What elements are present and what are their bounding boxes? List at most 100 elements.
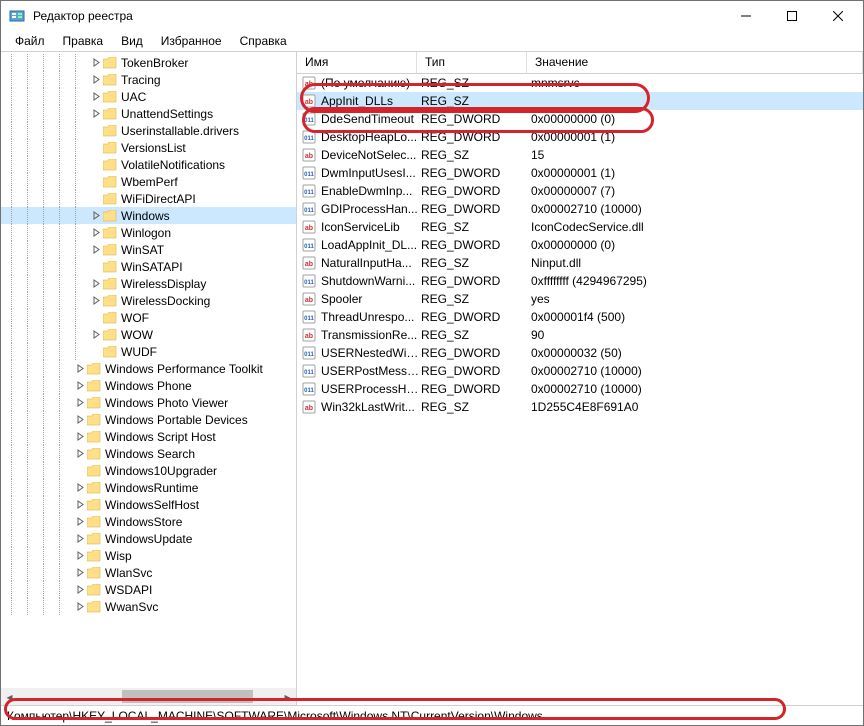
value-type: REG_DWORD xyxy=(421,364,531,378)
folder-icon xyxy=(103,278,117,290)
value-row[interactable]: abNaturalInputHa...REG_SZNinput.dll xyxy=(297,254,863,272)
svg-text:ab: ab xyxy=(305,261,313,268)
tree-item[interactable]: Windows Performance Toolkit xyxy=(1,360,296,377)
tree-item[interactable]: WindowsRuntime xyxy=(1,479,296,496)
tree-item[interactable]: WinSATAPI xyxy=(1,258,296,275)
expand-icon[interactable] xyxy=(75,500,85,510)
tree-pane[interactable]: TokenBrokerTracingUACUnattendSettingsUse… xyxy=(1,52,297,705)
value-row[interactable]: ab(По умолчанию)REG_SZmnmsrvc xyxy=(297,74,863,92)
titlebar[interactable]: Редактор реестра xyxy=(1,1,863,31)
tree-item[interactable]: Windows Search xyxy=(1,445,296,462)
tree-item[interactable]: WwanSvc xyxy=(1,598,296,615)
tree-item[interactable]: WinSAT xyxy=(1,241,296,258)
tree-item[interactable]: UnattendSettings xyxy=(1,105,296,122)
menu-view[interactable]: Вид xyxy=(113,32,151,50)
expand-icon[interactable] xyxy=(75,415,85,425)
close-button[interactable] xyxy=(815,1,861,31)
value-name: DwmInputUsesI... xyxy=(321,166,421,180)
maximize-button[interactable] xyxy=(769,1,815,31)
tree-item[interactable]: Tracing xyxy=(1,71,296,88)
tree-item[interactable]: WirelessDocking xyxy=(1,292,296,309)
tree-item[interactable]: WbemPerf xyxy=(1,173,296,190)
tree-item[interactable]: Wisp xyxy=(1,547,296,564)
expand-icon[interactable] xyxy=(75,449,85,459)
tree-item[interactable]: WindowsUpdate xyxy=(1,530,296,547)
value-row[interactable]: 011USERProcessHa...REG_DWORD0x00002710 (… xyxy=(297,380,863,398)
column-name[interactable]: Имя xyxy=(297,52,417,73)
tree-item[interactable]: Windows10Upgrader xyxy=(1,462,296,479)
expand-icon[interactable] xyxy=(91,330,101,340)
expand-icon[interactable] xyxy=(75,568,85,578)
value-row[interactable]: abWin32kLastWrit...REG_SZ1D255C4E8F691A0 xyxy=(297,398,863,416)
value-row[interactable]: abDeviceNotSelec...REG_SZ15 xyxy=(297,146,863,164)
tree-item[interactable]: WiFiDirectAPI xyxy=(1,190,296,207)
expand-icon[interactable] xyxy=(91,109,101,119)
tree-item[interactable]: Windows Phone xyxy=(1,377,296,394)
menu-edit[interactable]: Правка xyxy=(55,32,112,50)
tree-item[interactable]: TokenBroker xyxy=(1,54,296,71)
value-row[interactable]: 011LoadAppInit_DL...REG_DWORD0x00000000 … xyxy=(297,236,863,254)
tree-item[interactable]: WOF xyxy=(1,309,296,326)
expand-icon[interactable] xyxy=(75,432,85,442)
minimize-button[interactable] xyxy=(723,1,769,31)
expand-icon[interactable] xyxy=(75,364,85,374)
column-type[interactable]: Тип xyxy=(417,52,527,73)
expand-icon[interactable] xyxy=(91,92,101,102)
expand-icon[interactable] xyxy=(75,602,85,612)
value-row[interactable]: abIconServiceLibREG_SZIconCodecService.d… xyxy=(297,218,863,236)
expand-icon[interactable] xyxy=(75,517,85,527)
menu-file[interactable]: Файл xyxy=(7,32,53,50)
svg-text:ab: ab xyxy=(305,333,313,340)
value-row[interactable]: abAppInit_DLLsREG_SZ xyxy=(297,92,863,110)
expand-icon[interactable] xyxy=(91,75,101,85)
tree-item[interactable]: WOW xyxy=(1,326,296,343)
tree-item[interactable]: Windows Photo Viewer xyxy=(1,394,296,411)
expand-icon[interactable] xyxy=(75,585,85,595)
tree-item[interactable]: VersionsList xyxy=(1,139,296,156)
value-row[interactable]: abTransmissionRe...REG_SZ90 xyxy=(297,326,863,344)
tree-item[interactable]: Winlogon xyxy=(1,224,296,241)
tree-item[interactable]: Windows Script Host xyxy=(1,428,296,445)
tree-item[interactable]: Windows xyxy=(1,207,296,224)
tree-item[interactable]: WSDAPI xyxy=(1,581,296,598)
expand-icon[interactable] xyxy=(91,228,101,238)
value-row[interactable]: 011GDIProcessHan...REG_DWORD0x00002710 (… xyxy=(297,200,863,218)
menu-help[interactable]: Справка xyxy=(232,32,295,50)
value-row[interactable]: 011DesktopHeapLo...REG_DWORD0x00000001 (… xyxy=(297,128,863,146)
expand-icon[interactable] xyxy=(91,58,101,68)
value-row[interactable]: 011USERPostMessa...REG_DWORD0x00002710 (… xyxy=(297,362,863,380)
value-row[interactable]: abSpoolerREG_SZyes xyxy=(297,290,863,308)
tree-item[interactable]: WindowsSelfHost xyxy=(1,496,296,513)
expand-icon[interactable] xyxy=(91,245,101,255)
expand-icon[interactable] xyxy=(91,296,101,306)
expand-icon[interactable] xyxy=(75,534,85,544)
tree-item[interactable]: WirelessDisplay xyxy=(1,275,296,292)
expand-icon[interactable] xyxy=(91,279,101,289)
value-row[interactable]: 011DwmInputUsesI...REG_DWORD0x00000001 (… xyxy=(297,164,863,182)
menu-favorites[interactable]: Избранное xyxy=(153,32,230,50)
scrollbar-thumb[interactable] xyxy=(122,690,253,703)
tree-item[interactable]: WindowsStore xyxy=(1,513,296,530)
value-row[interactable]: 011EnableDwmInp...REG_DWORD0x00000007 (7… xyxy=(297,182,863,200)
value-row[interactable]: 011ShutdownWarni...REG_DWORD0xffffffff (… xyxy=(297,272,863,290)
value-row[interactable]: 011ThreadUnrespo...REG_DWORD0x000001f4 (… xyxy=(297,308,863,326)
column-value[interactable]: Значение xyxy=(527,52,863,73)
tree-horizontal-scrollbar[interactable]: ◂ ▸ xyxy=(1,688,296,705)
expand-icon[interactable] xyxy=(75,551,85,561)
value-row[interactable]: 011DdeSendTimeoutREG_DWORD0x00000000 (0) xyxy=(297,110,863,128)
tree-item[interactable]: Userinstallable.drivers xyxy=(1,122,296,139)
scroll-left-icon[interactable]: ◂ xyxy=(1,688,18,705)
expand-icon[interactable] xyxy=(91,211,101,221)
tree-item[interactable]: VolatileNotifications xyxy=(1,156,296,173)
tree-item-label: Windows Performance Toolkit xyxy=(105,362,263,376)
scroll-right-icon[interactable]: ▸ xyxy=(279,688,296,705)
expand-icon[interactable] xyxy=(75,398,85,408)
values-pane[interactable]: Имя Тип Значение ab(По умолчанию)REG_SZm… xyxy=(297,52,863,705)
value-row[interactable]: 011USERNestedWin...REG_DWORD0x00000032 (… xyxy=(297,344,863,362)
tree-item[interactable]: UAC xyxy=(1,88,296,105)
expand-icon[interactable] xyxy=(75,483,85,493)
expand-icon[interactable] xyxy=(75,381,85,391)
tree-item[interactable]: WlanSvc xyxy=(1,564,296,581)
tree-item[interactable]: Windows Portable Devices xyxy=(1,411,296,428)
tree-item[interactable]: WUDF xyxy=(1,343,296,360)
